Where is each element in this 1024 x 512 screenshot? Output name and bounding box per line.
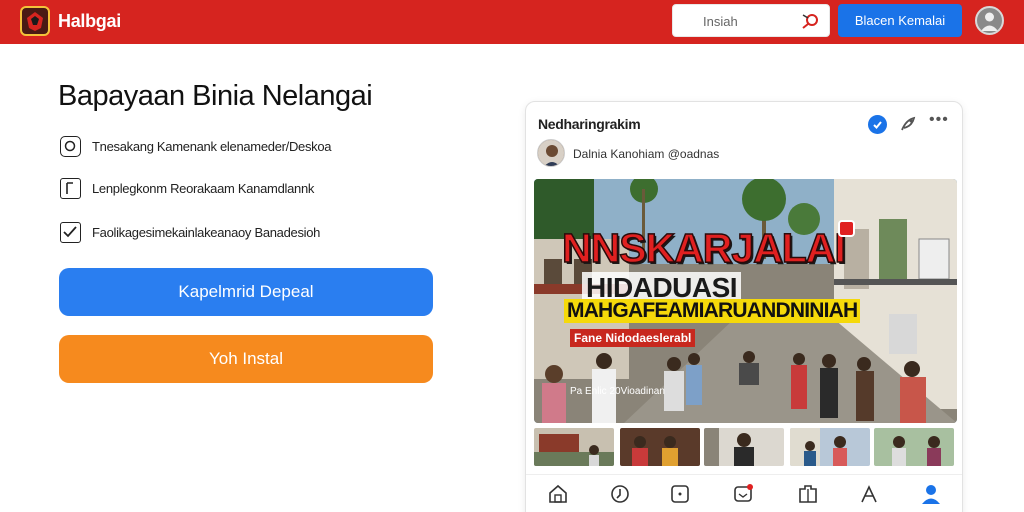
thumbnail-strip [534, 428, 957, 466]
bottom-nav [526, 474, 962, 512]
frame-icon [60, 178, 81, 199]
page-title: Bapayaan Binia Nelangai [58, 80, 373, 112]
chat-icon [60, 136, 81, 157]
thumbnail-image[interactable] [534, 428, 614, 466]
search-input[interactable]: Insiah [672, 4, 830, 37]
checkbox-icon [60, 222, 81, 243]
badge-icon [838, 220, 855, 237]
primary-cta-button[interactable]: Kapelmrid Depeal [59, 268, 433, 316]
home-icon[interactable] [547, 483, 569, 505]
hero-tag: Fane Nidodaeslerabl [570, 329, 696, 347]
flag-icon[interactable] [858, 483, 880, 505]
user-avatar-icon[interactable] [975, 6, 1004, 35]
card-title: Nedharingrakim [538, 116, 641, 132]
hero-banner: MAHGAFEAMIARUANDNINIAH [564, 299, 861, 323]
signin-button[interactable]: Blacen Kemalai [838, 4, 962, 37]
notification-icon[interactable] [732, 483, 754, 505]
thumbnail-image[interactable] [620, 428, 700, 466]
poster-avatar[interactable] [537, 139, 565, 167]
thumbnail-image[interactable] [790, 428, 870, 466]
hero-image[interactable]: NNSKARJALAI HIDADUASI MAHGAFEAMIARUANDNI… [534, 179, 957, 423]
brand-name[interactable]: Halbgai [58, 11, 121, 32]
verified-icon [868, 115, 887, 134]
square-icon[interactable] [669, 483, 691, 505]
hero-caption: Pa Enlic 20Vioadinan [570, 386, 665, 397]
profile-icon[interactable] [920, 483, 942, 505]
poster-name[interactable]: Dalnia Kanohiam @oadnas [573, 147, 719, 161]
feature-text: Faolikagesimekainlakeanaoy Banadesioh [92, 225, 321, 240]
search-placeholder: Insiah [703, 14, 738, 29]
install-button[interactable]: Yoh Instal [59, 335, 433, 383]
thumbnail-image[interactable] [874, 428, 954, 466]
feature-text: Lenplegkonm Reorakaam Kanamdlannk [92, 181, 315, 196]
logo-icon[interactable] [20, 6, 50, 36]
feature-text: Tnesakang Kamenank elenameder/Deskoa [92, 139, 332, 154]
search-icon[interactable] [801, 12, 821, 35]
compass-icon[interactable] [609, 483, 631, 505]
post-preview-card: Nedharingrakim ••• Dalnia Kanohiam @oadn… [525, 101, 963, 512]
hero-title: NNSKARJALAI [561, 224, 846, 272]
top-bar: Halbgai Insiah Blacen Kemalai [0, 0, 1024, 44]
gift-icon[interactable] [797, 483, 819, 505]
feather-icon[interactable] [898, 114, 918, 139]
more-options-icon[interactable]: ••• [929, 111, 949, 129]
thumbnail-image[interactable] [704, 428, 784, 466]
